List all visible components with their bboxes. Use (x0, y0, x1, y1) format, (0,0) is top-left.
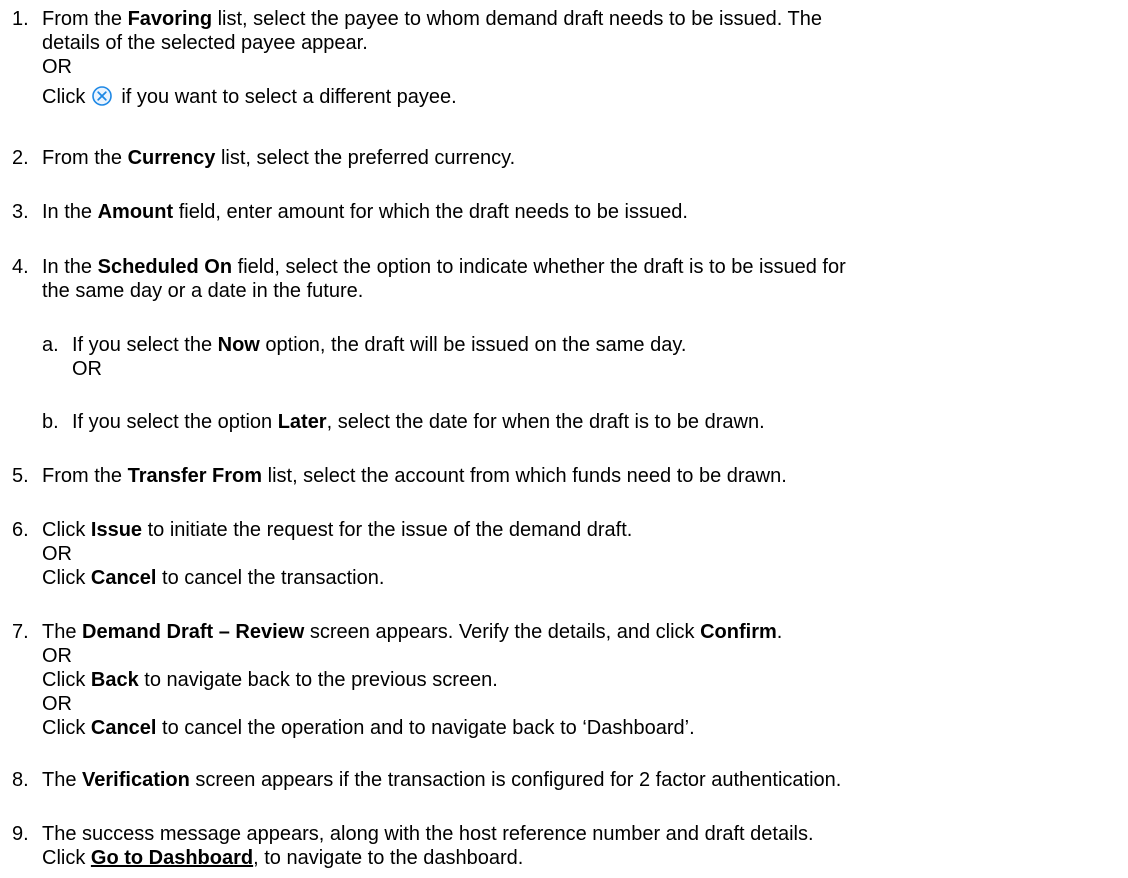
step-number: 1. (12, 8, 29, 30)
step-number: 2. (12, 147, 29, 169)
clear-circle-icon (91, 85, 113, 113)
amount-label: Amount (97, 201, 174, 223)
issue-label: Issue (90, 519, 143, 541)
now-label: Now (217, 334, 260, 356)
step-body: From the Favoring list, select the payee… (42, 7, 1112, 113)
step-number: 8. (12, 769, 29, 791)
scheduled-on-label: Scheduled On (97, 256, 233, 278)
confirm-label: Confirm (700, 621, 777, 643)
or-text: OR (42, 645, 72, 667)
or-text: OR (42, 56, 72, 78)
or-text: OR (72, 358, 102, 380)
go-to-dashboard-link[interactable]: Go to Dashboard (91, 847, 253, 869)
later-label: Later (277, 411, 327, 433)
sub-letter: a. (42, 334, 59, 356)
favoring-label: Favoring (127, 8, 213, 30)
step-number: 4. (12, 256, 29, 278)
step-number: 5. (12, 465, 29, 487)
demand-draft-review-label: Demand Draft – Review (82, 621, 305, 643)
sub-letter: b. (42, 411, 59, 433)
verification-label: Verification (82, 769, 190, 791)
or-text: OR (42, 543, 72, 565)
step-number: 9. (12, 823, 29, 845)
or-text: OR (42, 693, 72, 715)
back-label: Back (90, 669, 139, 691)
cancel-label: Cancel (90, 717, 157, 739)
currency-label: Currency (127, 147, 216, 169)
step-number: 7. (12, 621, 29, 643)
step-number: 6. (12, 519, 29, 541)
cancel-label: Cancel (90, 567, 157, 589)
transfer-from-label: Transfer From (127, 465, 263, 487)
step-number: 3. (12, 201, 29, 223)
